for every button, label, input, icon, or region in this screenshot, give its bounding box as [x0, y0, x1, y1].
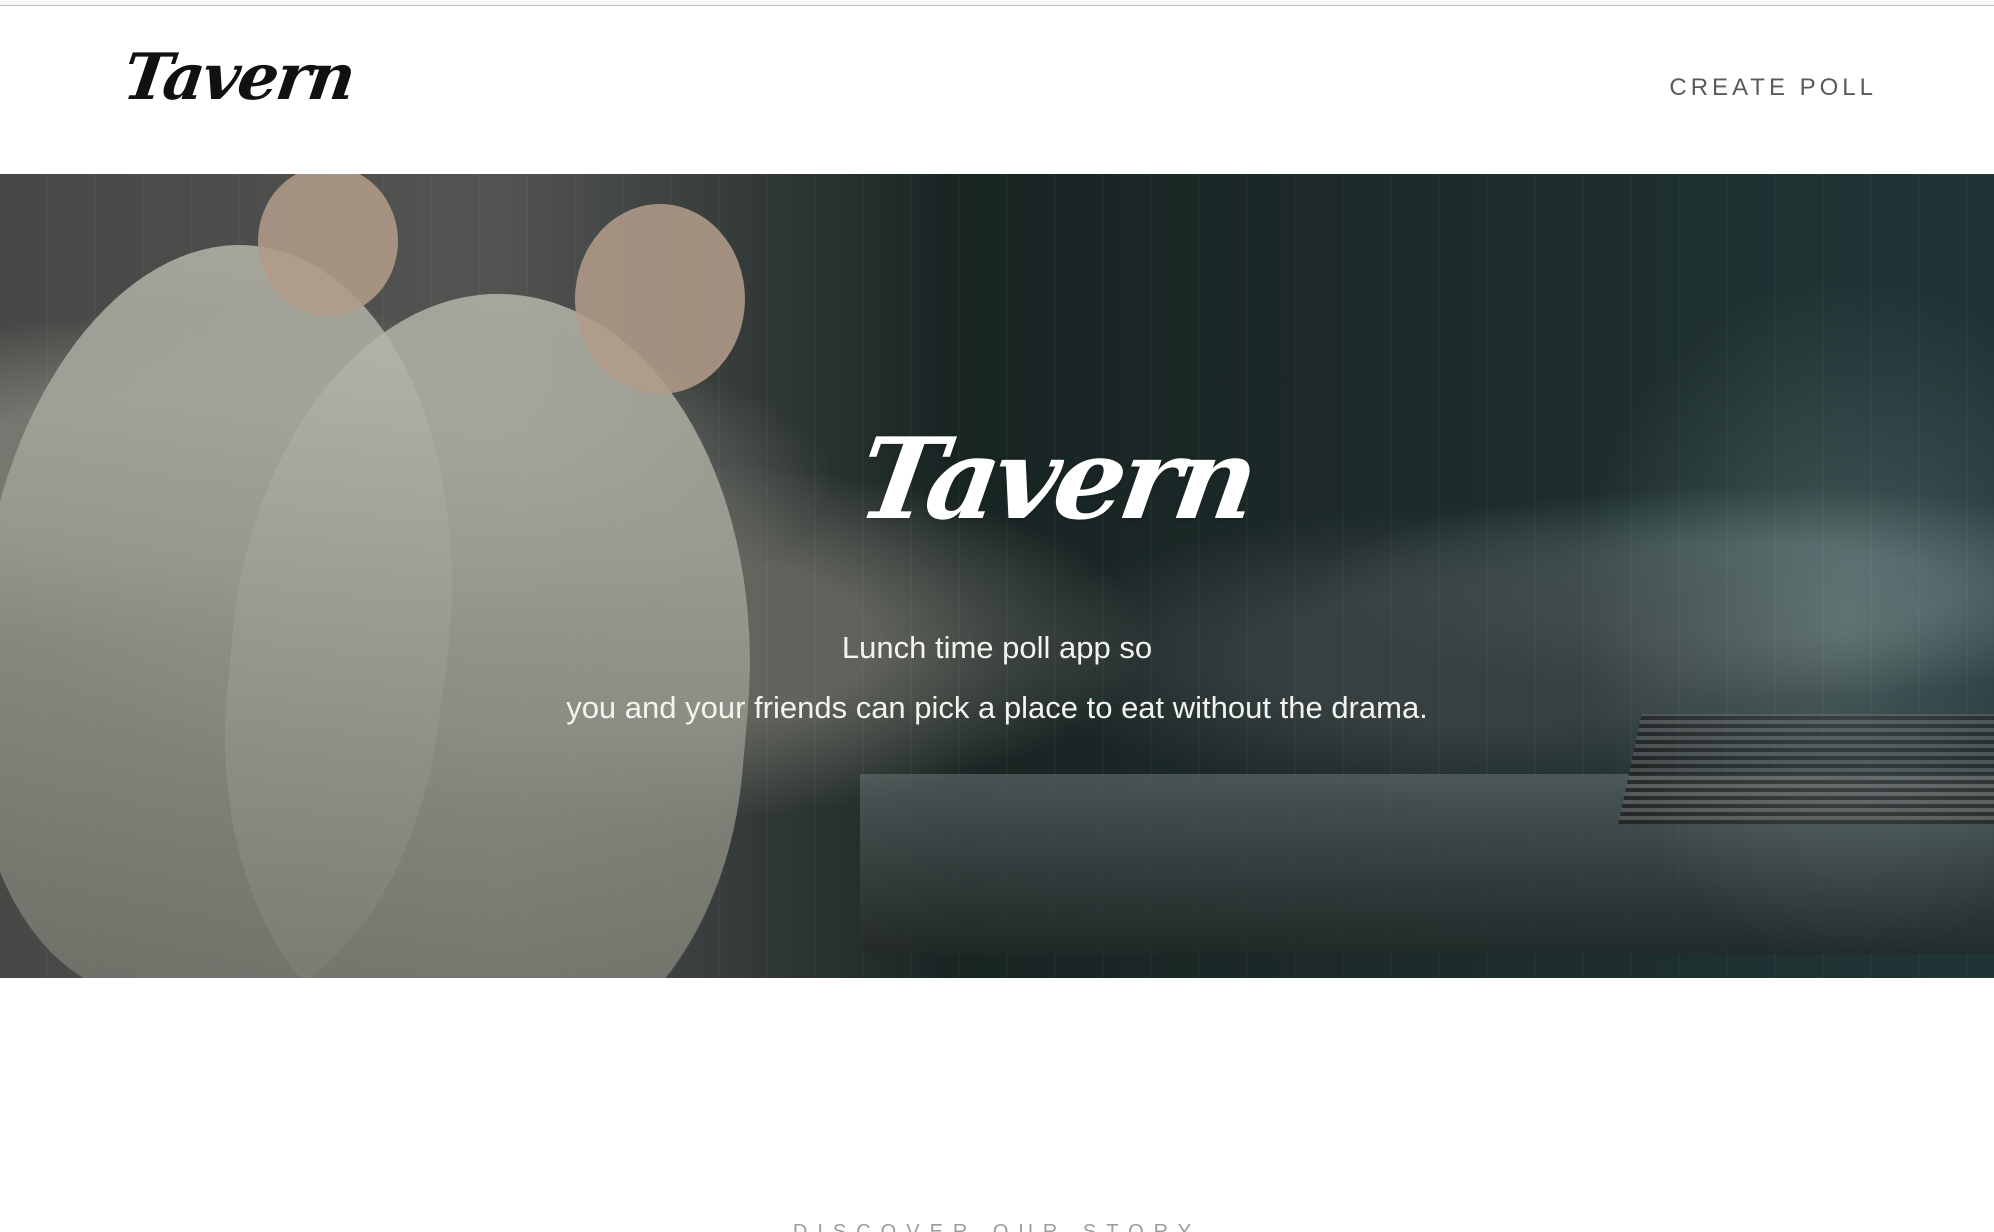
hero-tagline-line-1: Lunch time poll app so [841, 630, 1153, 665]
tavern-logo[interactable]: Tavern [119, 40, 359, 115]
hero-banner: Tavern Lunch time poll app so you and yo… [0, 174, 1994, 978]
site-header: Tavern CREATE POLL [0, 6, 1994, 174]
landing-page: Tavern CREATE POLL Tavern Lunch time pol… [0, 0, 1994, 1232]
hero-tavern-logo: Tavern [849, 414, 1263, 545]
hero-tagline-line-2: you and your friends can pick a place to… [566, 690, 1428, 725]
create-poll-link[interactable]: CREATE POLL [1669, 74, 1877, 102]
hero-content: Tavern Lunch time poll app so you and yo… [0, 174, 1994, 978]
discover-our-story-label: DISCOVER OUR STORY [792, 1221, 1202, 1232]
